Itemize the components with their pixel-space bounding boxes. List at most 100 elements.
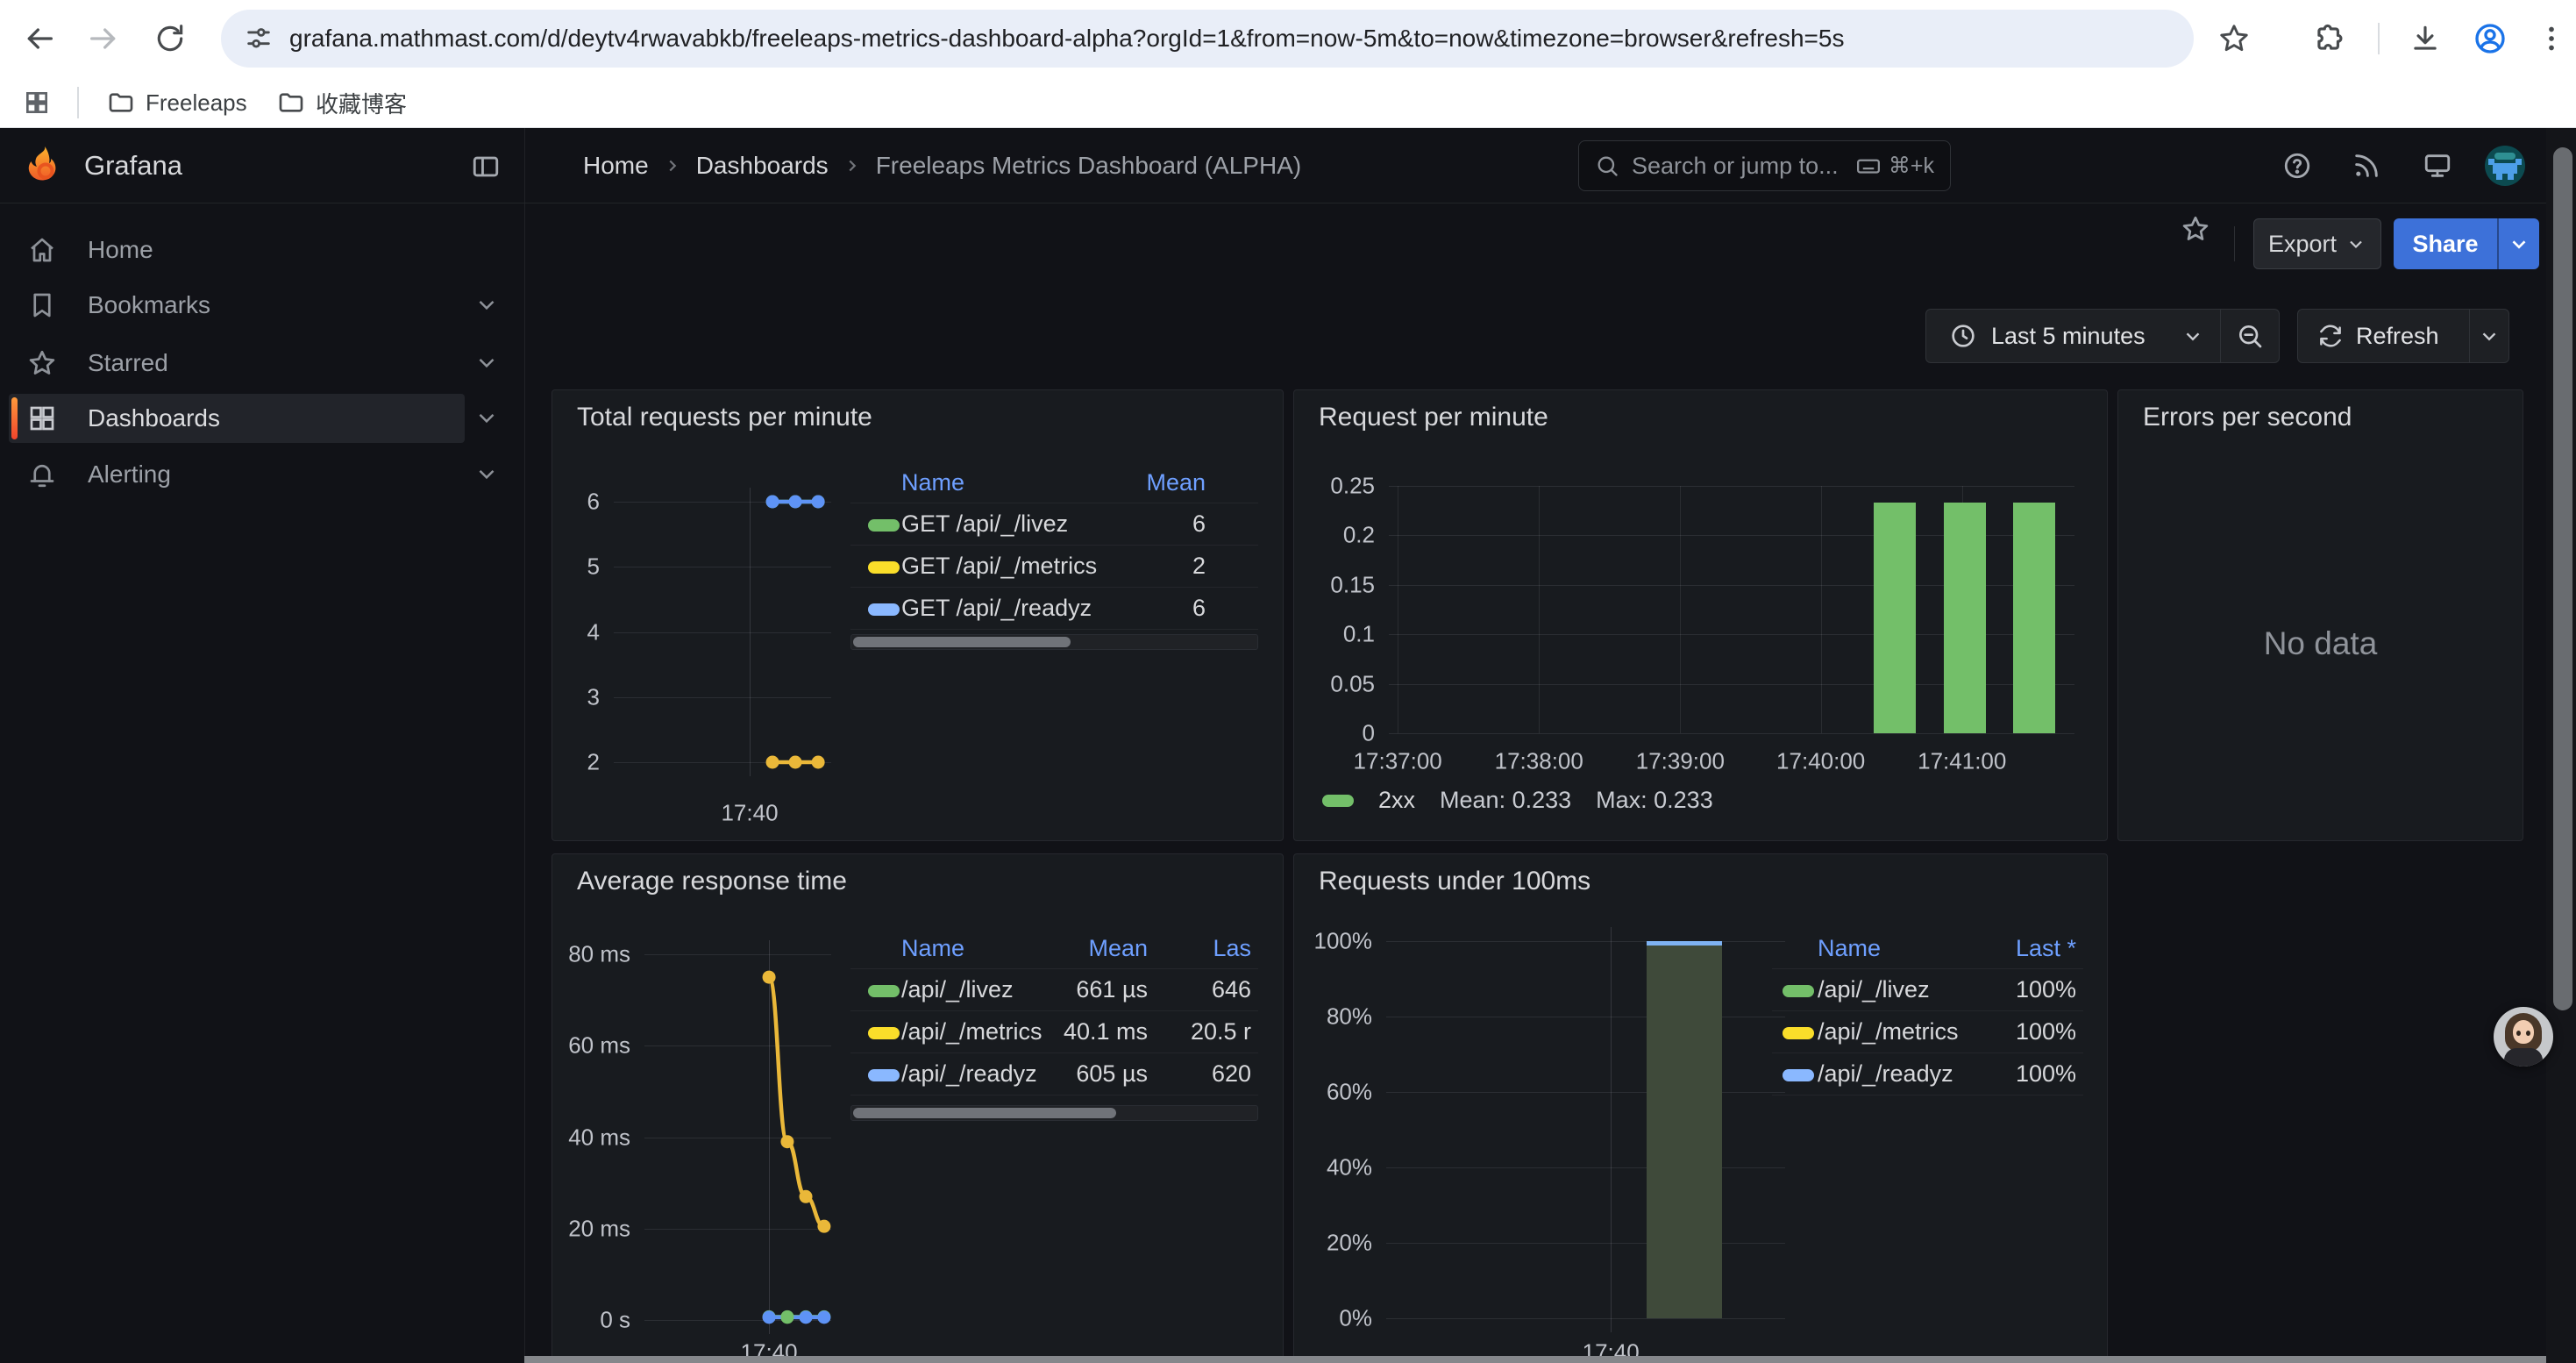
series-color-swatch[interactable] [1783,1027,1814,1039]
bar[interactable] [2013,503,2055,733]
bar[interactable] [1944,503,1986,733]
sidebar-item-starred[interactable]: Starred [0,339,524,388]
extensions-icon[interactable] [2309,19,2348,58]
download-icon[interactable] [2406,19,2444,58]
tv-mode-icon[interactable] [2422,150,2453,182]
series-color-swatch[interactable] [1783,1069,1814,1081]
series-color-swatch[interactable] [1783,985,1814,997]
url-bar[interactable]: grafana.mathmast.com/d/deytv4rwavabkb/fr… [221,10,2194,68]
sidebar-item-alerting[interactable]: Alerting [0,450,524,499]
table-scrollbar[interactable] [850,1105,1258,1121]
refresh-button[interactable]: Refresh [2298,310,2469,362]
panel-title[interactable]: Request per minute [1319,403,1548,432]
series-name[interactable]: GET /api/_/readyz [901,595,1109,622]
panel-title[interactable]: Average response time [577,867,847,896]
series-color-swatch[interactable] [1322,795,1354,807]
profile-icon[interactable] [2471,19,2509,58]
column-header[interactable]: Mean [1109,469,1213,496]
legend-max: Max: 0.233 [1596,787,1713,814]
series-name[interactable]: /api/_/metrics [1818,1018,1969,1045]
bar[interactable] [1874,503,1916,733]
gridline [1386,1243,1785,1244]
zoom-out-button[interactable] [2221,310,2279,362]
panel-title[interactable]: Requests under 100ms [1319,867,1590,896]
series-color-swatch[interactable] [868,561,900,574]
sidebar-item-dashboards[interactable]: Dashboards [0,394,524,443]
zoom-out-icon [2236,322,2264,350]
share-button[interactable]: Share [2394,218,2497,269]
breadcrumb-dashboards[interactable]: Dashboards [696,152,829,180]
series-value: 100% [1969,1060,2083,1088]
column-header[interactable]: Las [1155,935,1258,962]
series-name[interactable]: /api/_/livez [901,976,1058,1003]
bar[interactable] [1647,941,1722,1318]
series-name[interactable]: /api/_/readyz [1818,1060,1969,1088]
series-color-swatch[interactable] [868,1027,900,1039]
sidebar-divider [524,128,525,1363]
refresh-interval-dropdown[interactable] [2470,310,2508,362]
mega-menu-toggle-icon[interactable] [470,151,502,182]
series-name[interactable]: /api/_/metrics [901,1018,1058,1045]
chevron-down-icon[interactable] [473,404,502,432]
series-color-swatch[interactable] [868,1069,900,1081]
panel-title[interactable]: Total requests per minute [577,403,872,432]
column-header[interactable]: Mean [1058,935,1155,962]
back-icon[interactable] [20,19,59,58]
chevron-down-icon[interactable] [473,460,502,489]
brand-name[interactable]: Grafana [84,128,182,203]
y-axis-tick: 0.15 [1330,571,1375,598]
series-name[interactable]: /api/_/readyz [901,1060,1058,1088]
panel-title[interactable]: Errors per second [2143,403,2352,432]
search-input[interactable]: Search or jump to... ⌘+k [1578,140,1951,191]
home-icon [26,234,58,266]
series-color-swatch[interactable] [868,519,900,532]
scrollbar-thumb[interactable] [853,637,1071,647]
share-dropdown-button[interactable] [2497,218,2539,269]
news-rss-icon[interactable] [2351,150,2382,182]
sidebar-item-label: Bookmarks [88,291,210,319]
sidebar-item-bookmarks[interactable]: Bookmarks [0,281,524,330]
sidebar-item-home[interactable]: Home [0,225,524,275]
bookmark-star-icon[interactable] [2215,19,2253,58]
series-name[interactable]: GET /api/_/livez [901,510,1109,538]
column-header[interactable]: Last * [1969,935,2083,962]
time-range-group: Last 5 minutes [1925,309,2280,363]
favorite-star-icon[interactable] [2179,212,2212,246]
help-icon[interactable] [2281,150,2313,182]
y-axis-tick: 60 ms [568,1032,630,1060]
page-scrollbar-thumb[interactable] [2553,147,2572,1010]
grafana-logo[interactable] [23,144,67,188]
assistant-avatar-widget[interactable] [2494,1007,2553,1067]
time-range-picker[interactable]: Last 5 minutes [1926,310,2220,362]
chevron-down-icon[interactable] [473,291,502,319]
bookmark-item[interactable]: 收藏博客 [268,86,416,119]
legend-series-name[interactable]: 2xx [1378,787,1415,814]
site-settings-icon[interactable] [244,24,274,54]
breadcrumb-home[interactable]: Home [583,152,649,180]
series-value: 100% [1969,976,2083,1003]
column-header[interactable]: Name [1818,935,1969,962]
browser-menu-icon[interactable] [2532,19,2571,58]
column-header[interactable]: Name [901,469,1109,496]
series-color-swatch[interactable] [868,603,900,616]
scrollbar-thumb[interactable] [853,1108,1116,1118]
forward-icon[interactable] [84,19,123,58]
legend-table: NameMeanGET /api/_/livez6GET /api/_/metr… [850,462,1258,630]
share-split-button: Share [2394,218,2539,269]
table-scrollbar[interactable] [850,634,1258,650]
apps-grid-icon[interactable] [18,83,56,122]
export-button[interactable]: Export [2253,218,2381,269]
column-header[interactable]: Name [901,935,1058,962]
y-axis-tick: 0.2 [1343,522,1375,549]
series-color-swatch[interactable] [868,985,900,997]
time-range-label: Last 5 minutes [1991,323,2145,350]
reload-icon[interactable] [151,19,189,58]
refresh-group: Refresh [2297,309,2509,363]
y-axis-tick: 0 s [600,1307,630,1334]
bookmark-item[interactable]: Freeleaps [98,86,256,119]
y-axis-tick: 100% [1314,928,1373,955]
series-name[interactable]: /api/_/livez [1818,976,1969,1003]
series-name[interactable]: GET /api/_/metrics [901,553,1109,580]
chevron-down-icon[interactable] [473,349,502,377]
user-avatar[interactable] [2485,146,2525,186]
